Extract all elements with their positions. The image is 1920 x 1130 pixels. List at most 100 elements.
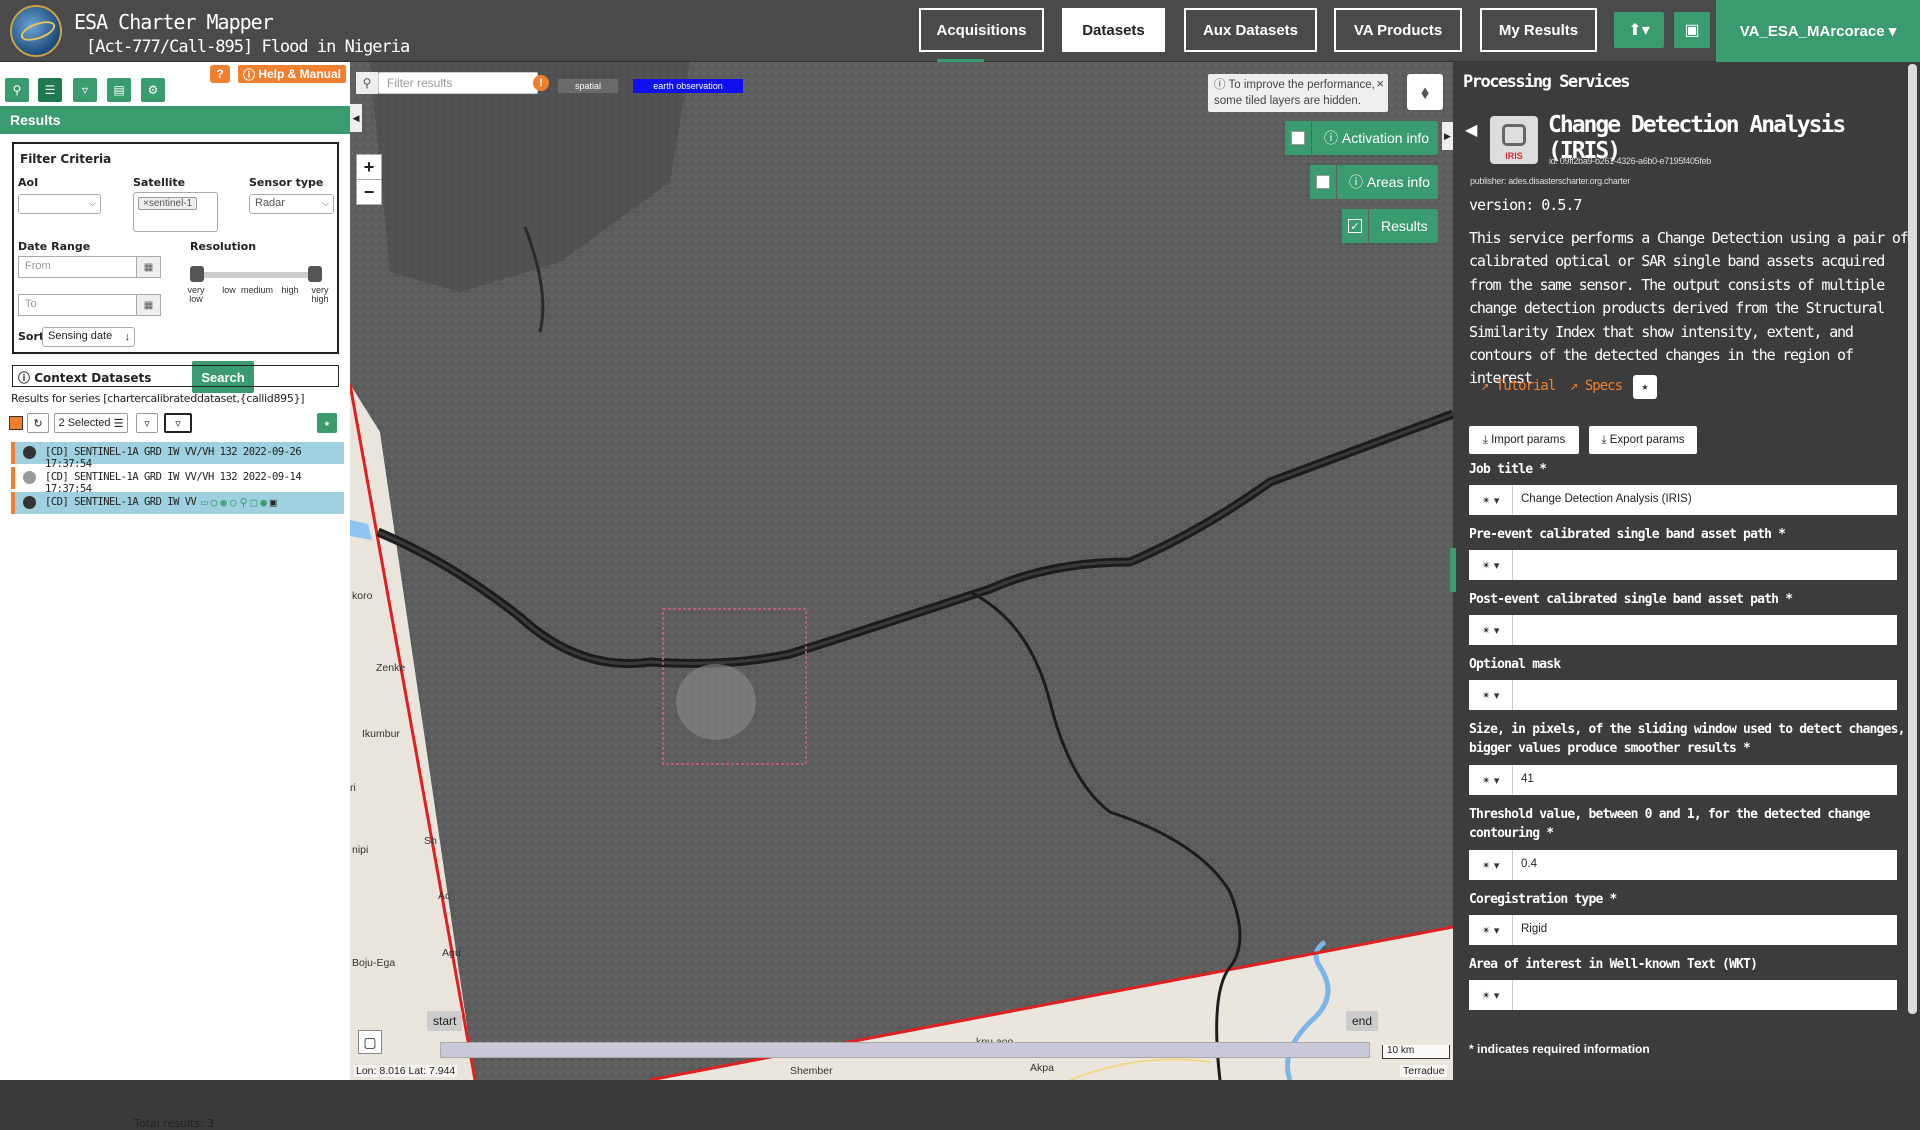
resolution-handle-max[interactable]	[308, 266, 322, 282]
optional-mask-input[interactable]: ✴ ▾	[1469, 680, 1897, 710]
import-params-button[interactable]: ⤓ Import params	[1469, 426, 1579, 454]
results-layer-toggle[interactable]: Results	[1369, 209, 1438, 243]
context-datasets-label: Context Datasets	[34, 371, 152, 385]
post-event-input[interactable]: ✴ ▾	[1469, 615, 1897, 645]
settings-tool[interactable]: ⚙	[141, 78, 165, 102]
magic-wand-icon[interactable]: ✴ ▾	[1469, 765, 1513, 795]
coregistration-input[interactable]: ✴ ▾ Rigid	[1469, 915, 1897, 945]
tutorial-link[interactable]: ↗ Tutorial	[1481, 378, 1556, 394]
areas-info-toggle[interactable]: ⓘ Areas info	[1337, 165, 1438, 199]
info-icon: ⓘ	[18, 371, 35, 385]
collapse-left-button[interactable]: ◀	[350, 104, 362, 132]
tag-earth-observation[interactable]: earth observation	[633, 79, 743, 93]
series-info: Results for series [chartercalibrateddat…	[11, 392, 305, 405]
row-actions: ▭○◉○⚲□●▣	[201, 496, 279, 509]
collapse-right-button[interactable]: ▶	[1442, 122, 1453, 150]
panel-handle[interactable]	[1450, 548, 1456, 592]
sort-desc-icon[interactable]: ↓	[125, 331, 131, 343]
tab-va-products[interactable]: VA Products	[1334, 8, 1462, 52]
close-icon[interactable]: ×	[1376, 76, 1384, 92]
tab-my-results[interactable]: My Results	[1480, 8, 1597, 52]
share-icon: ⭑	[323, 415, 331, 430]
search-tool[interactable]: ⚲	[5, 78, 29, 102]
share-service-button[interactable]: ⭑	[1633, 375, 1657, 399]
magic-wand-icon[interactable]: ✴ ▾	[1469, 680, 1513, 710]
job-title-input[interactable]: ✴ ▾ Change Detection Analysis (IRIS)	[1469, 485, 1897, 515]
panel-scrollbar[interactable]	[1908, 64, 1917, 1014]
result-row[interactable]: [CD] SENTINEL-1A GRD IW VV/VH 132 2022-0…	[11, 442, 344, 470]
tab-datasets[interactable]: Datasets	[1062, 8, 1165, 52]
user-menu[interactable]: VA_ESA_MArcorace ▾	[1716, 0, 1920, 62]
help-manual-button[interactable]: ⓘ Help & Manual	[238, 65, 346, 83]
basket-button[interactable]: ▿	[164, 413, 192, 433]
magic-wand-icon[interactable]: ✴ ▾	[1469, 915, 1513, 945]
tab-aux-datasets[interactable]: Aux Datasets	[1184, 8, 1317, 52]
resolution-slider[interactable]	[190, 266, 322, 282]
map-view[interactable]: ⚲ Filter results ! spatial earth observa…	[350, 62, 1453, 1080]
pre-event-input[interactable]: ✴ ▾	[1469, 550, 1897, 580]
folder-icon[interactable]: ▭	[201, 496, 211, 509]
comment-icon[interactable]: ○	[211, 496, 221, 509]
results-list-tool[interactable]: ☰	[38, 78, 62, 102]
eye-icon[interactable]: ◉	[220, 496, 230, 509]
remove-icon[interactable]: ●	[260, 496, 270, 509]
date-from-input[interactable]: From ▦	[18, 256, 161, 278]
tab-acquisitions[interactable]: Acquisitions	[919, 8, 1044, 52]
sort-select[interactable]: Sensing date ↓	[42, 327, 135, 347]
info-icon: ⓘ	[1214, 79, 1229, 91]
magic-wand-icon[interactable]: ✴ ▾	[1469, 850, 1513, 880]
sensor-type-select[interactable]: Radar ⌵	[249, 194, 334, 214]
share-button[interactable]: ⭑	[317, 413, 337, 433]
zoom-in-button[interactable]: +	[356, 154, 382, 180]
esa-charter-logo[interactable]	[10, 5, 62, 57]
map-attribution[interactable]: Terradue	[1400, 1065, 1448, 1077]
context-datasets-toggle[interactable]: ⓘ Context Datasets	[12, 365, 339, 387]
select-all-checkbox[interactable]	[9, 416, 23, 430]
threshold-input[interactable]: ✴ ▾ 0.4	[1469, 850, 1897, 880]
zoom-out-button[interactable]: −	[356, 179, 382, 205]
timeline-slider[interactable]	[440, 1042, 1370, 1058]
selection-menu[interactable]: 2 Selected ☰	[54, 413, 128, 433]
activation-info-checkbox[interactable]	[1291, 131, 1305, 145]
export-params-button[interactable]: ⤓ Export params	[1589, 426, 1697, 454]
areas-info-checkbox[interactable]	[1316, 175, 1330, 189]
archive-tool[interactable]: ▤	[107, 78, 131, 102]
circle-icon[interactable]: ○	[230, 496, 240, 509]
expand-timeline-button[interactable]: ▢	[358, 1030, 382, 1054]
satellite-select[interactable]: ×sentinel-1	[133, 192, 218, 232]
filter-results-input[interactable]: Filter results	[378, 72, 538, 94]
briefcase-button[interactable]: ▣	[1674, 12, 1710, 48]
satellite-chip[interactable]: ×sentinel-1	[138, 197, 198, 210]
magic-wand-icon[interactable]: ✴ ▾	[1469, 980, 1513, 1010]
warning-icon[interactable]: !	[533, 75, 549, 91]
magic-wand-icon[interactable]: ✴ ▾	[1469, 485, 1513, 515]
tag-spatial[interactable]: spatial	[558, 79, 618, 93]
result-row[interactable]: [CD] SENTINEL-1A GRD IW VV ▭○◉○⚲□●▣	[11, 492, 344, 514]
date-to-input[interactable]: To ▦	[18, 294, 161, 316]
help-question-button[interactable]: ?	[210, 65, 230, 83]
calendar-icon[interactable]: ▦	[136, 257, 160, 277]
activation-info-toggle[interactable]: ⓘ Activation info	[1312, 121, 1438, 155]
aoi-select[interactable]: ⌵	[18, 194, 101, 214]
magic-wand-icon[interactable]: ✴ ▾	[1469, 615, 1513, 645]
basket-tool[interactable]: ▿	[73, 78, 97, 102]
resolution-handle-min[interactable]	[190, 266, 204, 282]
wkt-aoi-input[interactable]: ✴ ▾	[1469, 980, 1897, 1010]
add-to-basket-button[interactable]: ▿	[136, 413, 158, 433]
results-checkbox[interactable]: ✓	[1348, 219, 1362, 233]
upload-menu-button[interactable]: ⬆▾	[1614, 12, 1664, 48]
filter-search-icon[interactable]: ⚲	[356, 72, 378, 94]
specs-link[interactable]: ↗ Specs	[1570, 378, 1623, 394]
calendar-icon[interactable]: ▦	[136, 295, 160, 315]
result-row[interactable]: [CD] SENTINEL-1A GRD IW VV/VH 132 2022-0…	[11, 467, 344, 495]
back-arrow-icon[interactable]: ◀	[1465, 120, 1477, 140]
zoom-icon[interactable]: ⚲	[240, 496, 251, 509]
cursor-coordinates: Lon: 8.016 Lat: 7.944	[354, 1065, 458, 1077]
magic-wand-icon[interactable]: ✴ ▾	[1469, 550, 1513, 580]
lock-icon[interactable]: □	[251, 496, 261, 509]
window-size-input[interactable]: ✴ ▾ 41	[1469, 765, 1897, 795]
checkbox-icon[interactable]: ▣	[270, 496, 280, 509]
refresh-button[interactable]: ↻	[27, 413, 49, 433]
tab-datasets-label: Datasets	[1082, 21, 1145, 39]
layers-button[interactable]: ⬧	[1407, 74, 1443, 110]
